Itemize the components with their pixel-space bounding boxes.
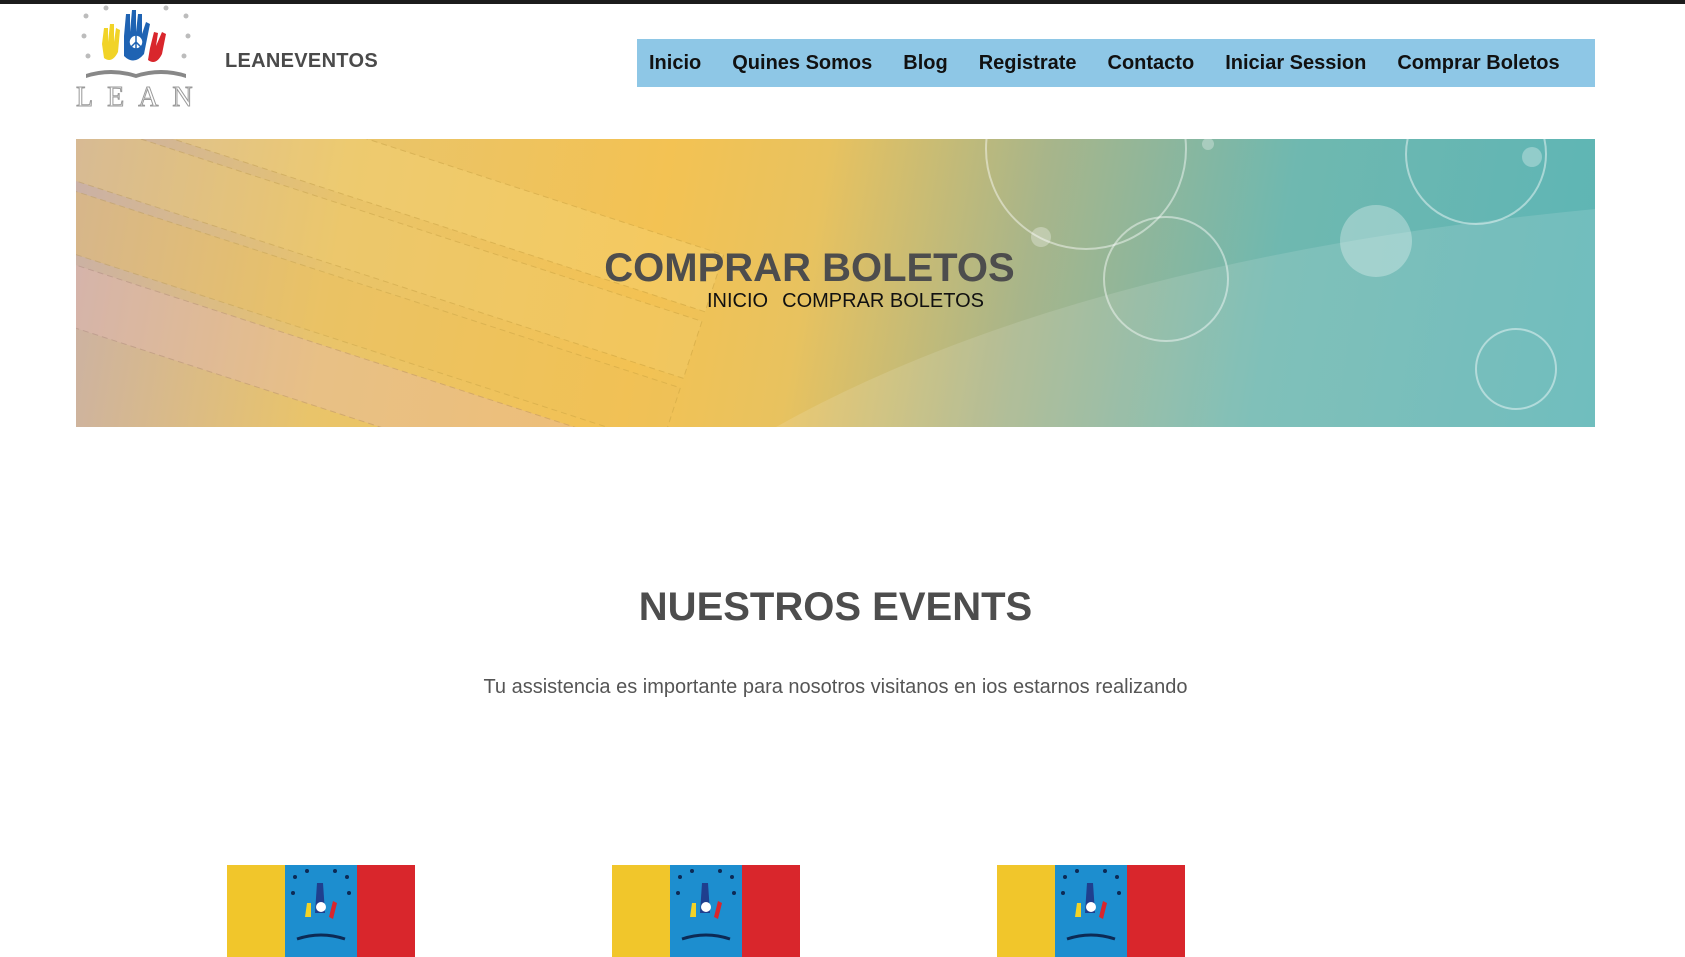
event-flag-image [997, 865, 1185, 957]
banner-title: COMPRAR BOLETOS [604, 246, 1015, 290]
event-card[interactable] [227, 865, 415, 957]
page-banner: COMPRAR BOLETOS INICIO COMPRAR BOLETOS [76, 139, 1595, 427]
breadcrumb-home-link[interactable]: INICIO [707, 290, 768, 312]
nav-item-registrate[interactable]: Registrate [979, 52, 1077, 75]
event-flag-image [612, 865, 800, 957]
nav-item-quienes-somos[interactable]: Quines Somos [732, 52, 872, 75]
breadcrumb: INICIO COMPRAR BOLETOS [707, 290, 998, 313]
events-section-subtitle: Tu assistencia es importante para nosotr… [483, 676, 1188, 698]
main-nav: Inicio Quines Somos Blog Registrate Cont… [637, 39, 1595, 87]
nav-item-contacto[interactable]: Contacto [1108, 52, 1195, 75]
nav-item-blog[interactable]: Blog [903, 52, 947, 75]
event-card[interactable] [612, 865, 800, 957]
events-section-title: NUESTROS EVENTS [638, 585, 1033, 629]
event-card[interactable] [997, 865, 1185, 957]
top-border [0, 0, 1685, 4]
event-flag-image [227, 865, 415, 957]
nav-item-inicio[interactable]: Inicio [649, 52, 701, 75]
nav-item-comprar-boletos[interactable]: Comprar Boletos [1397, 52, 1559, 75]
logo-text: LEAN [76, 82, 207, 114]
nav-item-iniciar-session[interactable]: Iniciar Session [1225, 52, 1366, 75]
breadcrumb-current: COMPRAR BOLETOS [782, 290, 985, 312]
lean-logo[interactable]: LEAN [76, 4, 196, 114]
site-brand[interactable]: LEANEVENTOS [225, 50, 378, 73]
